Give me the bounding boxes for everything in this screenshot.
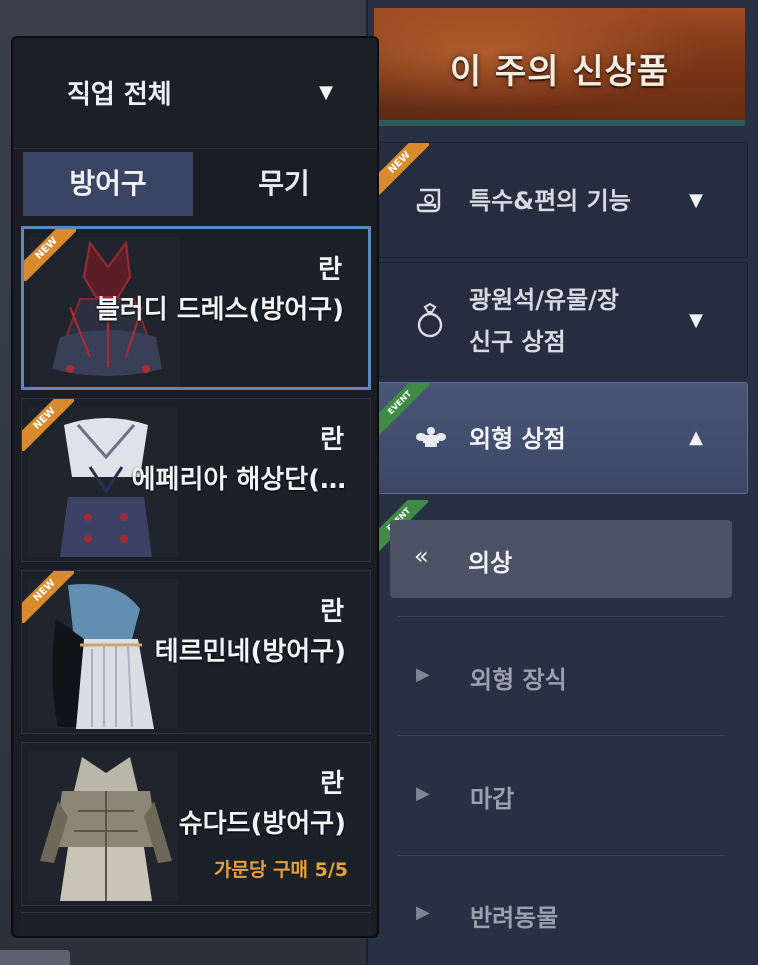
chevron-down-icon: ▼: [319, 82, 333, 103]
item-name: 블러디 드레스(방어구): [95, 295, 344, 325]
new-badge: NEW: [22, 399, 74, 451]
subcategory-label: 반려동물: [470, 904, 559, 932]
item-class-label: 란: [320, 597, 344, 627]
tab-weapon[interactable]: 무기: [199, 152, 369, 216]
purchase-limit-label: 가문당 구매 5/5: [213, 859, 348, 881]
divider: [398, 855, 724, 856]
subcategory-label: 마갑: [470, 785, 515, 813]
item-type-tabs: 방어구 무기: [21, 150, 371, 220]
subcategory-costume[interactable]: « 의상: [390, 520, 732, 598]
scroll-icon: [415, 185, 445, 221]
job-filter-dropdown[interactable]: 직업 전체 ▼: [13, 38, 377, 149]
ring-icon: [415, 302, 445, 345]
chevron-up-icon: ▲: [689, 427, 703, 448]
list-item-partial: [21, 912, 371, 936]
item-class-label: 란: [320, 425, 344, 455]
new-badge: NEW: [24, 229, 76, 281]
subcategory-pets[interactable]: ▶ 반려동물: [392, 874, 732, 954]
chevron-down-icon: ▼: [689, 310, 703, 331]
item-class-label: 란: [320, 769, 344, 799]
list-item[interactable]: NEW 란 블러디 드레스(방어구): [21, 226, 371, 390]
category-menu: 이 주의 신상품 NEW 특수&편의 기능 ▼ 광원석/유물/장 신구 상점 ▼…: [366, 0, 758, 965]
list-item[interactable]: NEW 란 테르민네(방어구): [21, 570, 371, 734]
category-label: 외형 상점: [469, 425, 566, 453]
banner-title: 이 주의 신상품: [449, 52, 670, 92]
category-gems-relics[interactable]: 광원석/유물/장 신구 상점 ▼: [376, 262, 748, 378]
divider: [398, 616, 724, 617]
list-item[interactable]: NEW 란 에페리아 해상단(…: [21, 398, 371, 562]
caret-right-icon: ▶: [416, 902, 430, 923]
category-special-convenience[interactable]: NEW 특수&편의 기능 ▼: [376, 142, 748, 258]
category-appearance-shop[interactable]: EVENT 외형 상점 ▲: [376, 382, 748, 494]
subcategory-appearance-decoration[interactable]: ▶ 외형 장식: [392, 636, 732, 716]
scrollbar-stub[interactable]: [0, 950, 70, 965]
item-class-label: 란: [318, 255, 342, 285]
new-badge: NEW: [22, 571, 74, 623]
subcategory-label: 외형 장식: [470, 666, 567, 694]
item-name: 에페리아 해상단(…: [131, 465, 346, 495]
crown-icon: [415, 425, 447, 455]
subcategory-label: 의상: [468, 549, 513, 577]
tab-armor[interactable]: 방어구: [23, 152, 193, 216]
divider: [398, 735, 724, 736]
double-chevron-left-icon: «: [414, 542, 429, 570]
chevron-down-icon: ▼: [689, 190, 703, 211]
weekly-new-items-banner[interactable]: 이 주의 신상품: [374, 8, 745, 126]
caret-right-icon: ▶: [416, 664, 430, 685]
job-filter-label: 직업 전체: [67, 80, 172, 110]
category-label-line2: 신구 상점: [469, 328, 566, 356]
caret-right-icon: ▶: [416, 783, 430, 804]
item-list-panel: 직업 전체 ▼ 방어구 무기 NEW 란 블러디 드레스(방어구) NEW 란 …: [11, 36, 379, 938]
item-name: 테르민네(방어구): [154, 637, 346, 667]
item-thumbnail: [28, 751, 178, 901]
item-name: 슈다드(방어구): [178, 809, 346, 839]
subcategory-horse-armor[interactable]: ▶ 마갑: [392, 755, 732, 835]
list-item[interactable]: 란 슈다드(방어구) 가문당 구매 5/5: [21, 742, 371, 906]
category-label: 특수&편의 기능: [469, 187, 631, 215]
category-label-line1: 광원석/유물/장: [469, 286, 620, 314]
